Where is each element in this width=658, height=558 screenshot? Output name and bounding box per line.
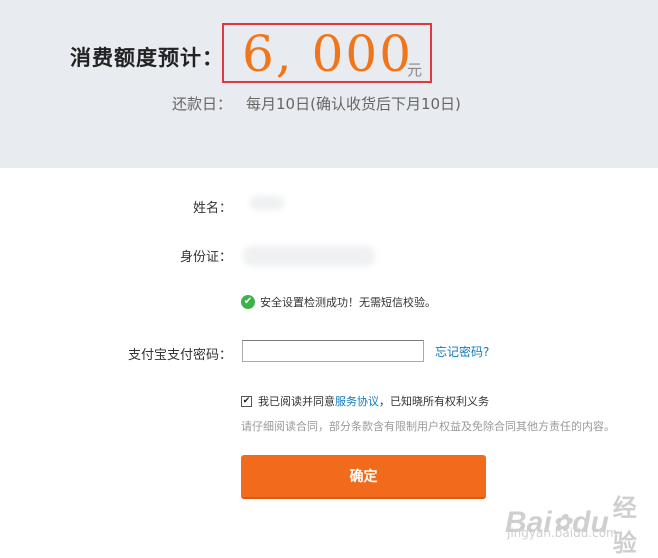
agree-checkbox[interactable]: ✔: [241, 395, 252, 407]
name-label: 姓名：: [192, 201, 232, 216]
contract-note: 请仔细阅读合同，部分条款含有限制用户权益及免除合同其他方责任的内容。: [241, 420, 615, 433]
forgot-password-link[interactable]: 忘记密码?: [435, 343, 489, 360]
agreement-row: ✔ 我已阅读并同意 服务协议 ，已知晓所有权利义务: [241, 393, 489, 409]
baidu-jingyan-watermark: Bai ✿ du 经验 jingyan.baidu.com: [505, 488, 645, 557]
confirm-button[interactable]: 确定: [241, 455, 486, 499]
id-value-redacted: [244, 246, 374, 266]
quota-unit: 元: [407, 61, 423, 79]
quota-label: 消费额度预计：: [70, 45, 224, 70]
quota-header: 消费额度预计： 6, 000 元 还款日： 每月10日(确认收货后下月10日): [0, 0, 658, 168]
verify-status: ✔ 安全设置检测成功！无需短信校验。: [241, 294, 436, 310]
agree-suffix: ，已知晓所有权利义务: [379, 395, 489, 408]
repay-label: 还款日：: [172, 95, 233, 113]
watermark-logo: Bai ✿ du 经验: [505, 488, 645, 558]
watermark-logo-jy: 经验: [612, 495, 637, 557]
agree-prefix: 我已阅读并同意: [258, 395, 335, 408]
name-value-redacted: [250, 196, 284, 210]
password-label: 支付宝支付密码：: [127, 348, 232, 363]
quota-amount: 6, 000: [242, 25, 414, 83]
repay-value: 每月10日(确认收货后下月10日): [246, 95, 461, 113]
check-circle-icon: ✔: [241, 295, 255, 309]
password-input[interactable]: [242, 340, 424, 362]
verify-text: 安全设置检测成功！无需短信校验。: [260, 296, 436, 309]
quota-highlight-box: 6, 000 元: [222, 23, 432, 83]
service-agreement-link[interactable]: 服务协议: [335, 393, 379, 409]
id-label: 身份证：: [179, 250, 232, 265]
watermark-url: jingyan.baidu.com: [507, 526, 618, 540]
